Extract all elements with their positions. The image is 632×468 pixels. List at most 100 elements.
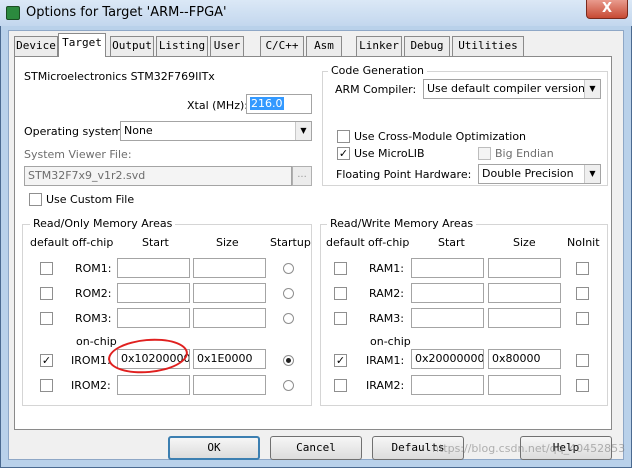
rom-header-default: default: [30, 236, 69, 249]
tab-device[interactable]: Device: [14, 36, 58, 56]
os-label: Operating system:: [24, 125, 126, 138]
svf-browse-button[interactable]: ...: [292, 166, 312, 186]
ram1-size-input[interactable]: [488, 258, 561, 278]
svf-input[interactable]: STM32F7x9_v1r2.svd: [24, 166, 292, 186]
keil-app-icon: [6, 6, 20, 20]
rom-header-size: Size: [216, 236, 239, 249]
rom1-label: ROM1:: [75, 262, 112, 275]
big-endian-checkbox[interactable]: [478, 147, 491, 160]
rom1-size-input[interactable]: [193, 258, 266, 278]
ram-header-default: default: [326, 236, 365, 249]
tab-asm[interactable]: Asm: [306, 36, 342, 56]
code-generation-title: Code Generation: [328, 64, 428, 77]
irom2-label: IROM2:: [71, 379, 111, 392]
rom3-startup-radio[interactable]: [283, 313, 294, 324]
tab-linker[interactable]: Linker: [356, 36, 402, 56]
tab-target[interactable]: Target: [58, 33, 106, 57]
iram2-size-input[interactable]: [488, 375, 561, 395]
irom2-startup-radio[interactable]: [283, 380, 294, 391]
cross-module-checkbox[interactable]: [337, 130, 350, 143]
ram2-size-input[interactable]: [488, 283, 561, 303]
ram-header-size: Size: [513, 236, 536, 249]
iram2-default-checkbox[interactable]: [334, 379, 347, 392]
ram3-start-input[interactable]: [411, 308, 484, 328]
tab-utilities[interactable]: Utilities: [452, 36, 524, 56]
ram-header-start: Start: [438, 236, 465, 249]
cancel-button[interactable]: Cancel: [270, 436, 362, 460]
iram1-size-input[interactable]: 0x80000: [488, 349, 561, 369]
rom-header-offchip: off-chip: [72, 236, 114, 249]
close-button[interactable]: X: [586, 0, 628, 19]
microlib-checkbox[interactable]: ✓: [337, 147, 350, 160]
compiler-select[interactable]: Use default compiler version 5 ▼: [423, 79, 601, 99]
compiler-label: ARM Compiler:: [335, 83, 417, 96]
ram1-start-input[interactable]: [411, 258, 484, 278]
ram2-noinit-checkbox[interactable]: [576, 287, 589, 300]
rom1-startup-radio[interactable]: [283, 263, 294, 274]
fpu-label: Floating Point Hardware:: [336, 168, 472, 181]
rom3-start-input[interactable]: [117, 308, 190, 328]
irom2-size-input[interactable]: [193, 375, 266, 395]
rom2-start-input[interactable]: [117, 283, 190, 303]
iram2-start-input[interactable]: [411, 375, 484, 395]
watermark: https://blog.csdn.net/qq_40452853: [432, 442, 626, 455]
chevron-down-icon: ▼: [584, 80, 600, 98]
fpu-select[interactable]: Double Precision ▼: [478, 164, 601, 184]
rom3-label: ROM3:: [75, 312, 112, 325]
tab-debug[interactable]: Debug: [404, 36, 450, 56]
tab-c-cpp[interactable]: C/C++: [260, 36, 304, 56]
rom2-startup-radio[interactable]: [283, 288, 294, 299]
rom-onchip-label: on-chip: [76, 335, 117, 348]
device-name: STMicroelectronics STM32F769IITx: [24, 70, 215, 83]
cross-module-label: Use Cross-Module Optimization: [354, 130, 527, 143]
ram2-start-input[interactable]: [411, 283, 484, 303]
rom3-default-checkbox[interactable]: [40, 312, 53, 325]
iram1-start-input[interactable]: 0x20000000: [411, 349, 484, 369]
ram3-size-input[interactable]: [488, 308, 561, 328]
ram3-label: RAM3:: [369, 312, 404, 325]
os-select[interactable]: None ▼: [120, 121, 312, 141]
ok-button[interactable]: OK: [168, 436, 260, 460]
ram-header-offchip: off-chip: [368, 236, 410, 249]
irom1-label: IROM1:: [71, 354, 111, 367]
rom1-start-input[interactable]: [117, 258, 190, 278]
chevron-down-icon: ▼: [584, 165, 600, 183]
rom2-default-checkbox[interactable]: [40, 287, 53, 300]
ram2-label: RAM2:: [369, 287, 404, 300]
microlib-label: Use MicroLIB: [354, 147, 425, 160]
irom2-default-checkbox[interactable]: [40, 379, 53, 392]
iram1-default-checkbox[interactable]: ✓: [334, 354, 347, 367]
ram-onchip-label: on-chip: [370, 335, 411, 348]
rom1-default-checkbox[interactable]: [40, 262, 53, 275]
ram3-default-checkbox[interactable]: [334, 312, 347, 325]
tab-listing[interactable]: Listing: [156, 36, 208, 56]
xtal-input[interactable]: 216.0: [246, 94, 312, 114]
tab-user[interactable]: User: [210, 36, 244, 56]
big-endian-label: Big Endian: [495, 147, 554, 160]
ram3-noinit-checkbox[interactable]: [576, 312, 589, 325]
window-title: Options for Target 'ARM--FPGA': [26, 5, 227, 20]
irom2-start-input[interactable]: [117, 375, 190, 395]
svf-label: System Viewer File:: [24, 148, 132, 161]
irom1-default-checkbox[interactable]: ✓: [40, 354, 53, 367]
ram1-label: RAM1:: [369, 262, 404, 275]
ram1-default-checkbox[interactable]: [334, 262, 347, 275]
use-custom-file-checkbox[interactable]: [29, 193, 42, 206]
irom1-startup-radio[interactable]: [283, 355, 294, 366]
ram2-default-checkbox[interactable]: [334, 287, 347, 300]
rom3-size-input[interactable]: [193, 308, 266, 328]
rom2-label: ROM2:: [75, 287, 112, 300]
chevron-down-icon: ▼: [295, 122, 311, 140]
iram2-noinit-checkbox[interactable]: [576, 379, 589, 392]
use-custom-file-label: Use Custom File: [46, 193, 135, 206]
ram-header-noinit: NoInit: [567, 236, 600, 249]
iram1-label: IRAM1:: [366, 354, 405, 367]
rom-header-start: Start: [142, 236, 169, 249]
iram1-noinit-checkbox[interactable]: [576, 354, 589, 367]
iram2-label: IRAM2:: [366, 379, 405, 392]
rom2-size-input[interactable]: [193, 283, 266, 303]
tab-output[interactable]: Output: [110, 36, 154, 56]
ram1-noinit-checkbox[interactable]: [576, 262, 589, 275]
ram-group-title: Read/Write Memory Areas: [327, 217, 477, 230]
irom1-size-input[interactable]: 0x1E0000: [193, 349, 266, 369]
